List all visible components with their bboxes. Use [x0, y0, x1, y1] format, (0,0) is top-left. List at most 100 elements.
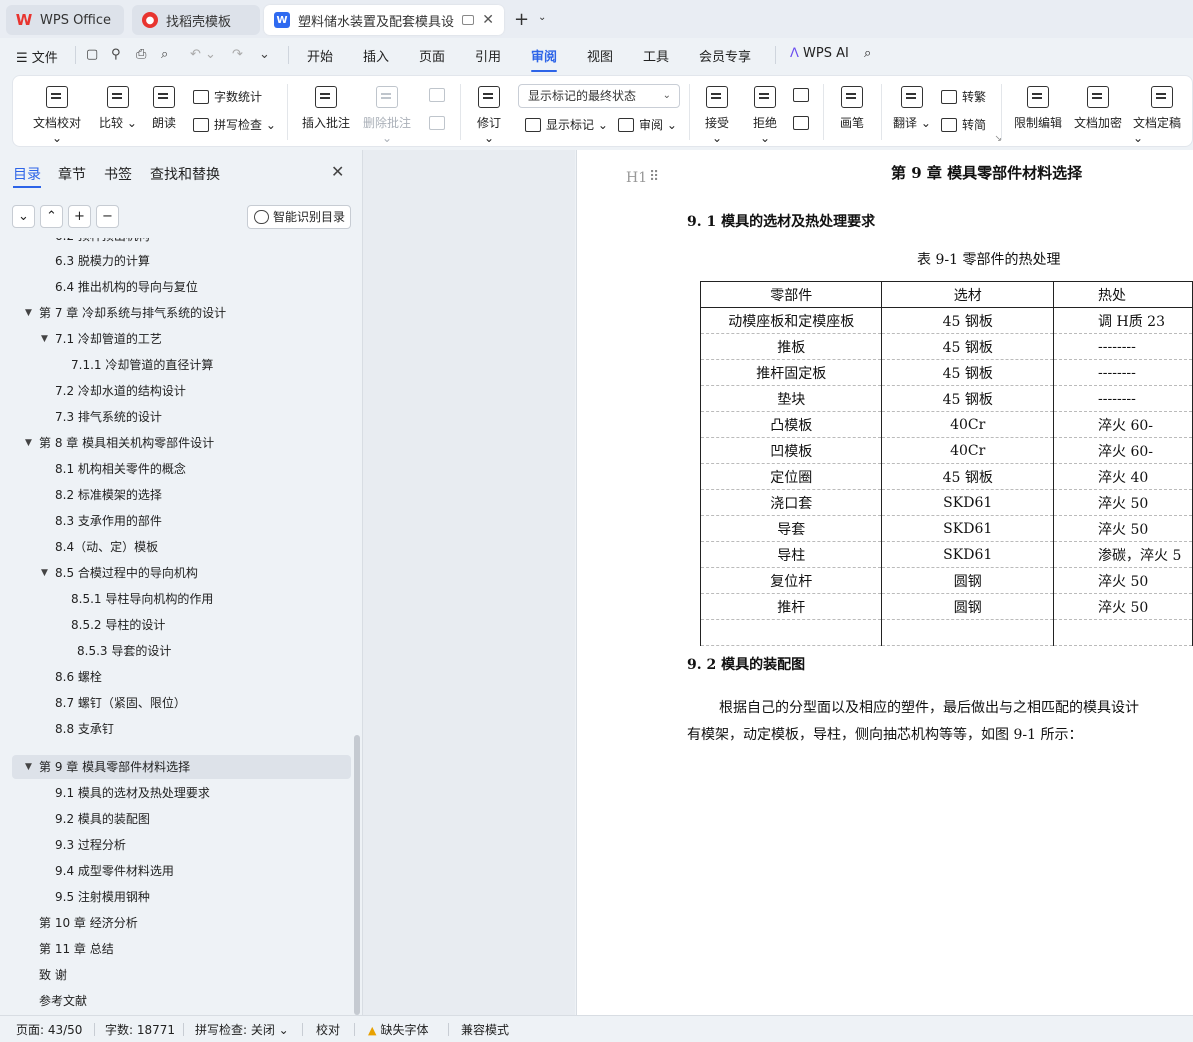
toc-item[interactable]: 7.2 冷却水道的结构设计	[55, 379, 186, 403]
minimize-tab-icon[interactable]	[462, 15, 475, 25]
toc-item[interactable]: 7.3 排气系统的设计	[55, 405, 162, 429]
menu-page[interactable]: 页面	[419, 46, 445, 65]
table-cell[interactable]: 圆钢	[881, 567, 1055, 594]
toc-item[interactable]: 8.5.1 导柱导向机构的作用	[71, 587, 213, 611]
toc-scrollbar-thumb[interactable]	[354, 735, 360, 1015]
missing-font-status[interactable]: ▲ 缺失字体	[368, 1021, 428, 1038]
tab-toc[interactable]: 目录	[13, 164, 41, 184]
expand-arrow-icon[interactable]: ▼	[41, 561, 48, 585]
toc-item[interactable]: 7.1.1 冷却管道的直径计算	[71, 353, 213, 377]
toc-item[interactable]: 参考文献	[39, 989, 87, 1013]
toc-item[interactable]: 8.7 螺钉（紧固、限位）	[55, 691, 186, 715]
show-markup-button[interactable]: 显示标记 ⌄	[525, 116, 608, 133]
toc-item[interactable]: 9.1 模具的选材及热处理要求	[55, 781, 210, 805]
table-cell[interactable]: 淬火 50	[1053, 593, 1193, 620]
table-cell[interactable]: 40Cr	[881, 437, 1055, 464]
document-page[interactable]: H1 ⠿ 第 9 章 模具零部件材料选择 9. 1 模具的选材及热处理要求 表 …	[576, 150, 1193, 1015]
collapse-icon[interactable]: ⌄	[12, 205, 35, 228]
table-cell[interactable]: 淬火 40	[1053, 463, 1193, 490]
menu-wps-ai[interactable]: ᐱ WPS AI	[790, 46, 849, 61]
markup-state-select[interactable]: 显示标记的最终状态 ⌄	[518, 84, 680, 108]
table-cell[interactable]: 复位杆	[699, 567, 883, 594]
reject-button[interactable]: 拒绝 ⌄	[747, 86, 783, 145]
spell-check-status[interactable]: 拼写检查: 关闭 ⌄	[195, 1021, 289, 1038]
expand-arrow-icon[interactable]: ▼	[25, 755, 32, 779]
toc-item[interactable]: 第 10 章 经济分析	[39, 911, 138, 935]
pen-button[interactable]: 画笔	[837, 86, 867, 131]
heat-treatment-table[interactable]: 零部件 选材 热处 动模座板和定模座板 45 钢板调 H质 23 推板 45 钢板 --…	[699, 281, 1193, 646]
finalize-button[interactable]: 文档定稿 ⌄	[1133, 86, 1193, 145]
menu-insert[interactable]: 插入	[363, 46, 389, 65]
table-cell[interactable]: 淬火 50	[1053, 515, 1193, 542]
toc-item[interactable]: 9.2 模具的装配图	[55, 807, 150, 831]
toc-item[interactable]: 7.1 冷却管道的工艺	[55, 327, 162, 351]
tab-template[interactable]: ● 找稻壳模板	[132, 5, 260, 35]
encrypt-button[interactable]: 文档加密	[1073, 86, 1123, 131]
table-cell[interactable]: 淬火 60-	[1053, 411, 1193, 438]
table-cell[interactable]: 推杆固定板	[699, 359, 883, 386]
heading-marker-icon[interactable]: H1	[626, 170, 647, 186]
page-indicator[interactable]: 页面: 43/50	[16, 1021, 82, 1038]
toc-item[interactable]: 8.1 机构相关零件的概念	[55, 457, 186, 481]
table-cell[interactable]: 淬火 60-	[1053, 437, 1193, 464]
table-cell[interactable]: SKD61	[881, 515, 1055, 542]
table-cell[interactable]: --------	[1053, 359, 1193, 386]
word-count-button[interactable]: 字数统计	[193, 88, 262, 105]
close-tab-icon[interactable]: ✕	[482, 12, 494, 28]
table-cell[interactable]	[699, 619, 883, 646]
tab-wps-office[interactable]: W WPS Office	[6, 5, 124, 35]
table-cell[interactable]: 渗碳，淬火 5	[1053, 541, 1193, 568]
toc-item-selected[interactable]: 第 9 章 模具零部件材料选择	[39, 755, 190, 779]
read-aloud-button[interactable]: 朗读	[150, 86, 178, 131]
table-cell[interactable]	[881, 619, 1055, 646]
table-cell[interactable]: 推板	[699, 333, 883, 360]
menu-file[interactable]: ☰ 文件	[16, 47, 58, 66]
toc-item[interactable]: 8.5.2 导柱的设计	[71, 613, 165, 637]
undo-icon[interactable]: ↶ ⌄	[190, 47, 216, 62]
to-traditional-button[interactable]: 转繁	[941, 88, 986, 105]
table-cell[interactable]: 导套	[699, 515, 883, 542]
table-cell[interactable]: SKD61	[881, 541, 1055, 568]
chevron-down-icon[interactable]: ⌄	[538, 12, 546, 23]
menu-review[interactable]: 审阅	[531, 46, 557, 65]
toc-item[interactable]: 9.3 过程分析	[55, 833, 126, 857]
table-cell[interactable]: 45 钢板	[881, 463, 1055, 490]
table-cell[interactable]: 45 钢板	[881, 333, 1055, 360]
toc-item[interactable]: 9.5 注射模用钢种	[55, 885, 150, 909]
previous-change-icon[interactable]	[793, 88, 814, 102]
more-icon[interactable]: ⌄	[259, 47, 270, 62]
next-comment-icon[interactable]	[429, 116, 450, 130]
word-count-status[interactable]: 字数: 18771	[105, 1021, 175, 1038]
print-icon[interactable]: ⎙	[136, 47, 146, 62]
table-cell[interactable]: 浇口套	[699, 489, 883, 516]
expand-arrow-icon[interactable]: ▼	[25, 431, 32, 455]
table-cell[interactable]: 45 钢板	[881, 359, 1055, 386]
previous-comment-icon[interactable]	[429, 88, 450, 102]
table-cell[interactable]: 凹模板	[699, 437, 883, 464]
redo-icon[interactable]: ↷	[232, 47, 243, 62]
table-cell[interactable]: 40Cr	[881, 411, 1055, 438]
table-cell[interactable]: 45 钢板	[881, 307, 1055, 334]
print-preview-icon[interactable]: ⌕	[161, 47, 168, 62]
table-cell[interactable]: 圆钢	[881, 593, 1055, 620]
table-cell[interactable]	[1053, 619, 1193, 646]
drag-handle-icon[interactable]: ⠿	[649, 169, 659, 185]
menu-member[interactable]: 会员专享	[699, 46, 751, 65]
toc-item[interactable]: 8.6 螺栓	[55, 665, 102, 689]
proofread-status[interactable]: 校对	[316, 1021, 340, 1038]
table-cell[interactable]: 导柱	[699, 541, 883, 568]
toc-item[interactable]: 8.3 支承作用的部件	[55, 509, 162, 533]
toc-item[interactable]: 9.4 成型零件材料选用	[55, 859, 174, 883]
new-tab-icon[interactable]: +	[514, 9, 529, 30]
tab-sections[interactable]: 章节	[58, 164, 86, 184]
close-icon[interactable]: ✕	[331, 162, 344, 181]
table-cell[interactable]: SKD61	[881, 489, 1055, 516]
toc-item[interactable]: 8.2 标准模架的选择	[55, 483, 162, 507]
table-cell[interactable]: 淬火 50	[1053, 489, 1193, 516]
review-pane-button[interactable]: 审阅 ⌄	[618, 116, 677, 133]
track-changes-button[interactable]: 修订 ⌄	[471, 86, 507, 145]
table-cell[interactable]: 推杆	[699, 593, 883, 620]
tab-bookmarks[interactable]: 书签	[104, 164, 132, 184]
toc-item[interactable]: 8.4（动、定）模板	[55, 535, 158, 559]
to-simplified-button[interactable]: 转简	[941, 116, 986, 133]
